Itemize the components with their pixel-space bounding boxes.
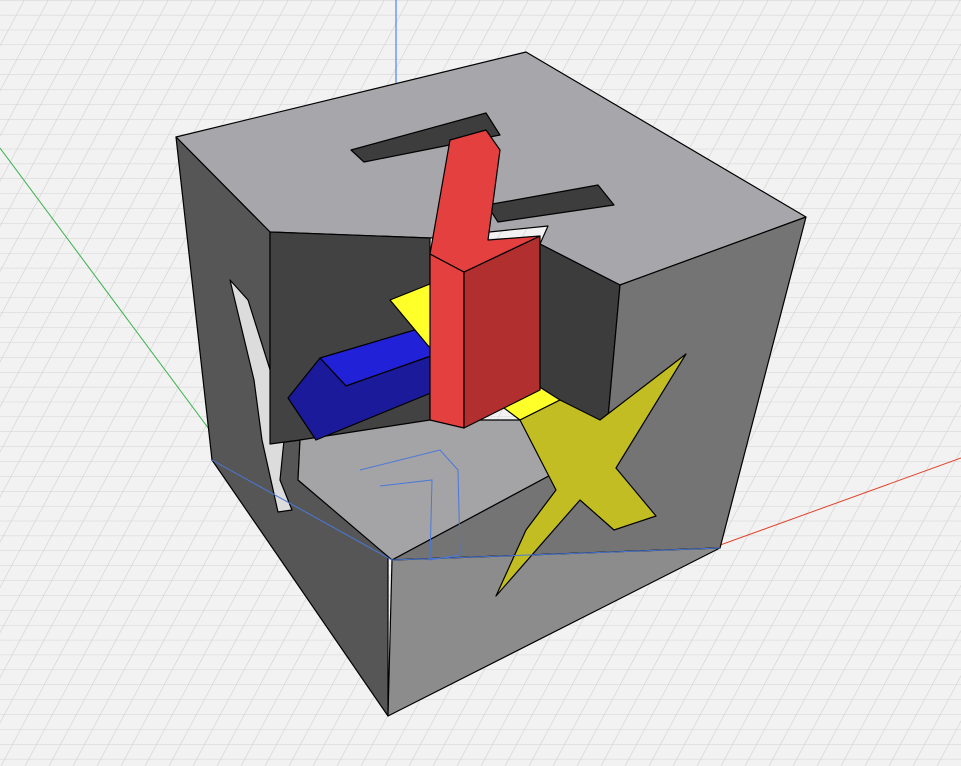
z-letter-front [429,253,465,429]
3d-scene[interactable] [0,0,961,766]
3d-viewport[interactable] [0,0,961,766]
